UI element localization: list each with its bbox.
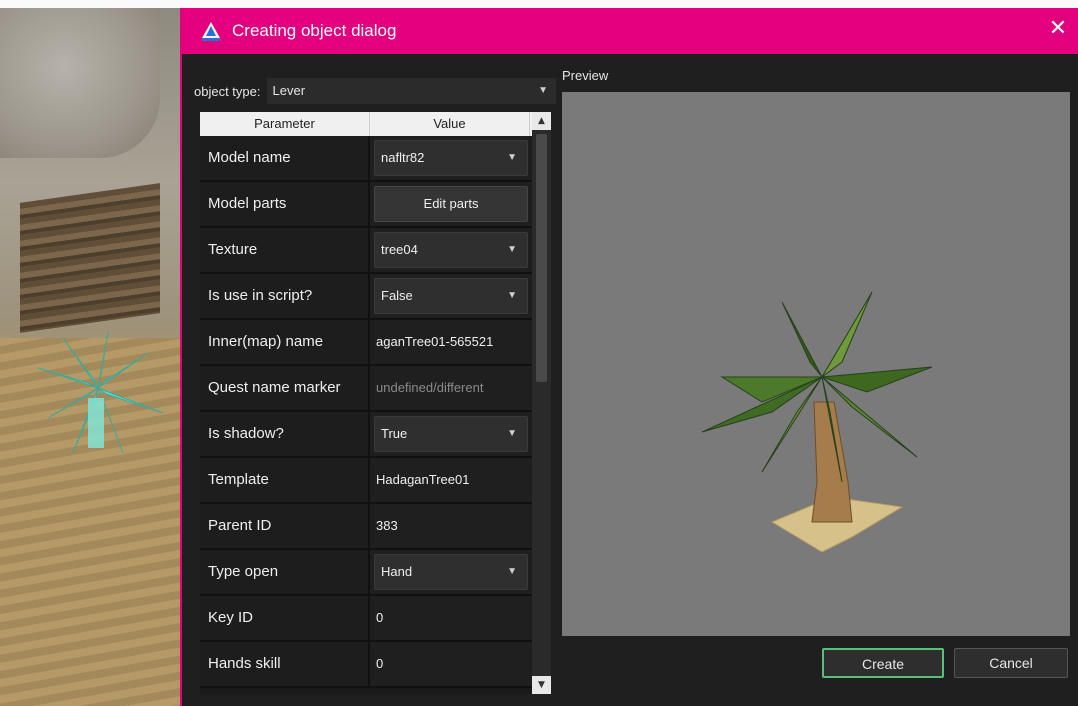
table-row: Quest name marker undefined/different: [200, 366, 532, 412]
table-row: Is use in script? False ▼: [200, 274, 532, 320]
parameter-value-cell: 383: [370, 504, 532, 548]
scroll-down-icon[interactable]: ▼: [532, 676, 551, 694]
parameter-value-cell: nafltr82 ▼: [370, 136, 532, 180]
parameter-value-cell: tree04 ▼: [370, 228, 532, 272]
header-value[interactable]: Value: [370, 112, 530, 136]
parameter-name: Type open: [200, 550, 370, 594]
scene-wall: [0, 8, 160, 158]
value-dropdown-text: tree04: [381, 242, 418, 257]
table-scrollbar[interactable]: ▲ ▼: [532, 112, 551, 694]
parameter-name: Model name: [200, 136, 370, 180]
parameter-name: Quest name marker: [200, 366, 370, 410]
value-dropdown-text: False: [381, 288, 413, 303]
parameter-name: Is use in script?: [200, 274, 370, 318]
table-row: Texture tree04 ▼: [200, 228, 532, 274]
creating-object-dialog: Creating object dialog ✕ object type: Le…: [180, 8, 1078, 706]
table-row: Model parts Edit parts: [200, 182, 532, 228]
table-row: Hands skill 0: [200, 642, 532, 688]
scene-palm-icon: [37, 332, 164, 454]
value-dropdown[interactable]: nafltr82 ▼: [374, 140, 528, 176]
cancel-button[interactable]: Cancel: [954, 648, 1068, 678]
parameter-name: Model parts: [200, 182, 370, 226]
title-bar: Creating object dialog ✕: [182, 8, 1078, 54]
create-button[interactable]: Create: [822, 648, 944, 678]
value-field[interactable]: 0: [374, 646, 528, 682]
chevron-down-icon: ▼: [538, 85, 548, 96]
parameter-name: Parent ID: [200, 504, 370, 548]
table-row: Type open Hand ▼: [200, 550, 532, 596]
table-row: Is shadow? True ▼: [200, 412, 532, 458]
scene-fence: [20, 183, 160, 333]
table-row: Template HadaganTree01: [200, 458, 532, 504]
parameter-value-cell: HadaganTree01: [370, 458, 532, 502]
object-type-value: Lever: [272, 83, 306, 98]
top-strip: [0, 0, 1078, 8]
chevron-down-icon: ▼: [507, 244, 517, 255]
header-parameter[interactable]: Parameter: [200, 112, 370, 136]
chevron-down-icon: ▼: [507, 290, 517, 301]
value-dropdown-text: nafltr82: [381, 150, 425, 165]
value-dropdown[interactable]: True ▼: [374, 416, 528, 452]
preview-label: Preview: [562, 68, 609, 83]
parameter-value-cell: Hand ▼: [370, 550, 532, 594]
value-dropdown-text: Hand: [381, 564, 413, 579]
scroll-up-icon[interactable]: ▲: [532, 112, 551, 130]
app-logo-icon: [200, 20, 222, 42]
parameter-value-cell: undefined/different: [370, 366, 532, 410]
object-type-row: object type: Lever ▼: [194, 78, 556, 104]
value-placeholder[interactable]: undefined/different: [374, 370, 528, 406]
table-rows: Model name nafltr82 ▼ Model parts Edit parts…: [200, 136, 532, 688]
chevron-down-icon: ▼: [507, 152, 517, 163]
table-row: Inner(map) name aganTree01-565521: [200, 320, 532, 366]
window-title: Creating object dialog: [232, 21, 397, 40]
object-type-label: object type:: [194, 83, 261, 99]
parameter-value-cell: 0: [370, 642, 532, 686]
object-type-select[interactable]: Lever ▼: [266, 78, 556, 104]
parameter-name: Hands skill: [200, 642, 370, 686]
palm-tree-model: [702, 291, 933, 552]
value-field[interactable]: 383: [374, 508, 528, 544]
parameter-name: Template: [200, 458, 370, 502]
parameter-name: Is shadow?: [200, 412, 370, 456]
value-field[interactable]: HadaganTree01: [374, 462, 528, 498]
parameter-value-cell: True ▼: [370, 412, 532, 456]
value-dropdown[interactable]: False ▼: [374, 278, 528, 314]
close-icon[interactable]: ✕: [1044, 14, 1072, 44]
value-field[interactable]: 0: [374, 600, 528, 636]
table-row: Parent ID 383: [200, 504, 532, 550]
value-dropdown[interactable]: tree04 ▼: [374, 232, 528, 268]
parameter-name: Texture: [200, 228, 370, 272]
table-row: Key ID 0: [200, 596, 532, 642]
parameter-value-cell: False ▼: [370, 274, 532, 318]
parameter-value-cell: Edit parts: [370, 182, 532, 226]
value-field[interactable]: aganTree01-565521: [374, 324, 528, 360]
parameter-name: Key ID: [200, 596, 370, 640]
scrollbar-thumb[interactable]: [536, 134, 547, 382]
parameter-value-cell: 0: [370, 596, 532, 640]
parameter-table: Parameter Value Model name nafltr82 ▼ Model…: [200, 112, 551, 694]
parameter-value-cell: aganTree01-565521: [370, 320, 532, 364]
preview-panel[interactable]: [562, 92, 1070, 636]
game-scene: [0, 8, 182, 706]
chevron-down-icon: ▼: [507, 566, 517, 577]
parameter-name: Inner(map) name: [200, 320, 370, 364]
value-dropdown-text: True: [381, 426, 408, 441]
table-header: Parameter Value: [200, 112, 551, 136]
edit-parts-button[interactable]: Edit parts: [374, 186, 528, 222]
table-row: Model name nafltr82 ▼: [200, 136, 532, 182]
chevron-down-icon: ▼: [507, 428, 517, 439]
value-dropdown[interactable]: Hand ▼: [374, 554, 528, 590]
